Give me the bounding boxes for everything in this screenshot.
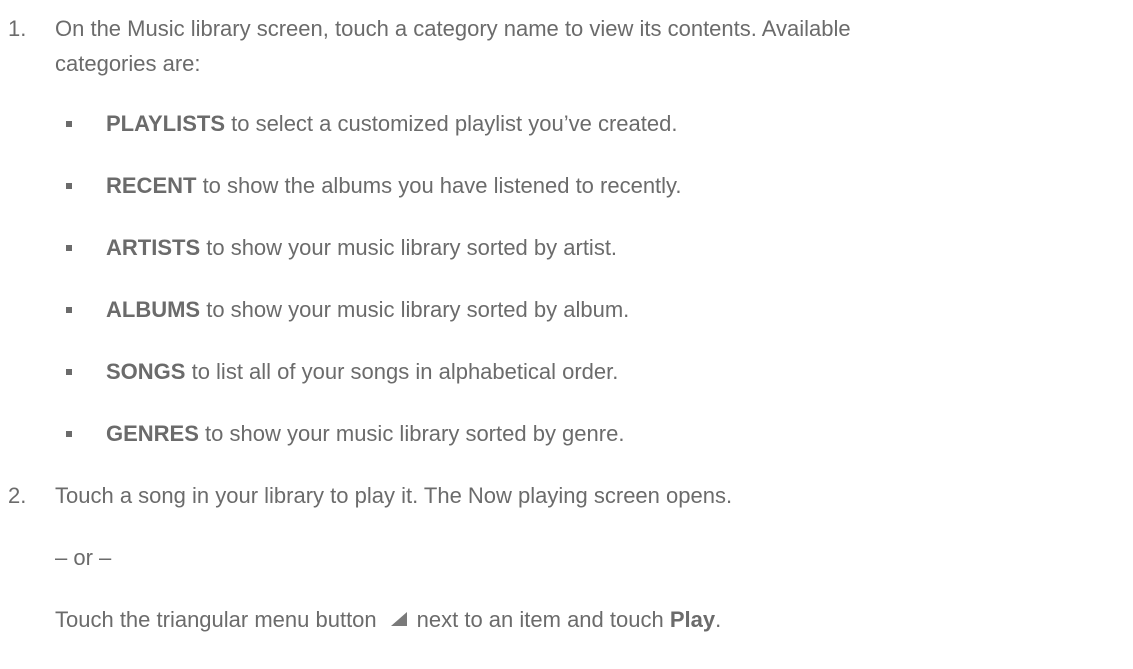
category-desc: to list all of your songs in alphabetica…	[185, 359, 619, 384]
category-desc: to select a customized playlist you’ve c…	[225, 111, 678, 136]
bullet-marker	[66, 183, 72, 189]
category-name: ALBUMS	[106, 297, 201, 322]
step-1-line-1: On the Music library screen, touch a cat…	[55, 16, 851, 41]
step-text-1: On the Music library screen, touch a cat…	[55, 11, 851, 81]
category-name: GENRES	[106, 421, 199, 446]
final-instruction: Touch the triangular menu button next to …	[55, 607, 721, 634]
category-item-songs: SONGS to list all of your songs in alpha…	[106, 359, 618, 385]
category-item-genres: GENRES to show your music library sorted…	[106, 421, 624, 447]
bullet-marker	[66, 307, 72, 313]
category-desc: to show your music library sorted by art…	[200, 235, 618, 260]
category-item-playlists: PLAYLISTS to select a customized playlis…	[106, 111, 677, 137]
final-text-before: Touch the triangular menu button	[55, 607, 377, 632]
step-1-line-2: categories are:	[55, 51, 201, 76]
play-keyword: Play	[669, 607, 716, 632]
final-text-end: .	[715, 607, 722, 632]
category-name: ARTISTS	[106, 235, 201, 260]
final-text-after: next to an item and touch	[416, 607, 670, 632]
category-name: RECENT	[106, 173, 197, 198]
triangle-menu-icon	[390, 606, 407, 632]
bullet-marker	[66, 431, 72, 437]
bullet-marker	[66, 245, 72, 251]
category-item-albums: ALBUMS to show your music library sorted…	[106, 297, 629, 323]
category-desc: to show your music library sorted by alb…	[200, 297, 630, 322]
category-name: SONGS	[106, 359, 186, 384]
category-item-artists: ARTISTS to show your music library sorte…	[106, 235, 617, 261]
step-text-2: Touch a song in your library to play it.…	[55, 483, 733, 508]
bullet-marker	[66, 121, 72, 127]
step-number-2: 2.	[8, 483, 27, 508]
category-desc: to show your music library sorted by gen…	[198, 421, 625, 446]
bullet-marker	[66, 369, 72, 375]
category-item-recent: RECENT to show the albums you have liste…	[106, 173, 682, 199]
category-desc: to show the albums you have listened to …	[196, 173, 682, 198]
step-number-1: 1.	[8, 16, 27, 41]
or-separator: – or –	[55, 545, 112, 570]
category-name: PLAYLISTS	[106, 111, 225, 136]
